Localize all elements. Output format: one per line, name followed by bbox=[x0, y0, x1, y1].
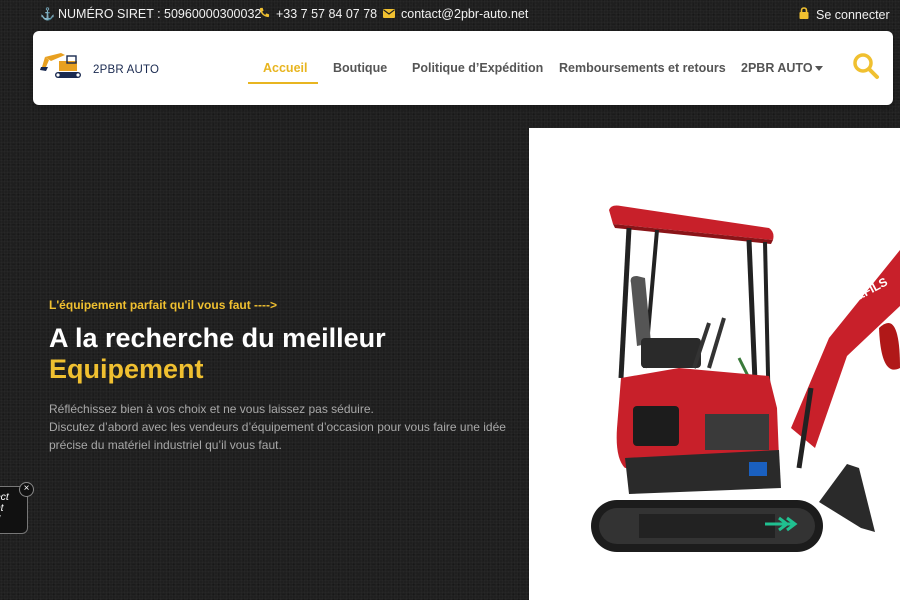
login-link[interactable]: Se connecter bbox=[798, 7, 890, 22]
login-text: Se connecter bbox=[816, 7, 890, 22]
excavator-illustration: JACK&FILS bbox=[591, 205, 900, 552]
siret-text: NUMÉRO SIRET : 50960000300032 bbox=[58, 7, 262, 21]
anchor-icon: ⚓ bbox=[40, 7, 55, 21]
phone-link[interactable]: +33 7 57 84 07 78 bbox=[258, 7, 377, 21]
email-link[interactable]: contact@2pbr-auto.net bbox=[383, 7, 528, 21]
hero-desc-line2: Discutez d’abord avec les vendeurs d’équ… bbox=[49, 420, 506, 452]
nav-politique-expedition[interactable]: Politique d’Expédition bbox=[412, 61, 543, 75]
nav-boutique[interactable]: Boutique bbox=[333, 61, 387, 75]
nav-accueil[interactable]: Accueil bbox=[263, 61, 307, 75]
main-header: 2PBR AUTO Accueil Boutique Politique d’E… bbox=[33, 31, 893, 105]
chevron-down-icon[interactable] bbox=[815, 66, 823, 71]
nav-2pbr-auto[interactable]: 2PBR AUTO bbox=[741, 61, 813, 75]
logo-text: 2PBR AUTO bbox=[93, 64, 160, 76]
hero-title-line1: A la recherche du meilleur bbox=[49, 323, 386, 353]
lock-icon bbox=[798, 7, 810, 22]
hero-kicker: L'équipement parfait qu'il vous faut ---… bbox=[49, 298, 278, 312]
siret-info: ⚓ NUMÉRO SIRET : 50960000300032 bbox=[40, 7, 261, 21]
nav-remboursements[interactable]: Remboursements et retours bbox=[559, 61, 726, 75]
email-text: contact@2pbr-auto.net bbox=[401, 7, 529, 21]
hero-excavator-image: JACK&FILS bbox=[529, 128, 900, 600]
close-icon[interactable]: × bbox=[19, 482, 34, 497]
search-icon bbox=[853, 53, 879, 79]
search-button[interactable] bbox=[851, 51, 881, 81]
hero-desc-line1: Réfléchissez bien à vos choix et ne vous… bbox=[49, 402, 374, 416]
hero-title: A la recherche du meilleur Equipement bbox=[49, 323, 386, 385]
chat-widget-text: irect ent e ! bbox=[0, 491, 9, 525]
site-logo[interactable]: 2PBR AUTO bbox=[39, 51, 159, 85]
excavator-logo-icon bbox=[40, 53, 81, 78]
phone-text: +33 7 57 84 07 78 bbox=[276, 7, 378, 21]
phone-icon bbox=[258, 7, 270, 21]
active-nav-underline bbox=[248, 82, 318, 84]
top-bar: ⚓ NUMÉRO SIRET : 50960000300032 +33 7 57… bbox=[0, 0, 900, 30]
hero-title-highlight: Equipement bbox=[49, 354, 204, 384]
hero-description: Réfléchissez bien à vos choix et ne vous… bbox=[49, 400, 519, 454]
envelope-icon bbox=[383, 7, 395, 21]
